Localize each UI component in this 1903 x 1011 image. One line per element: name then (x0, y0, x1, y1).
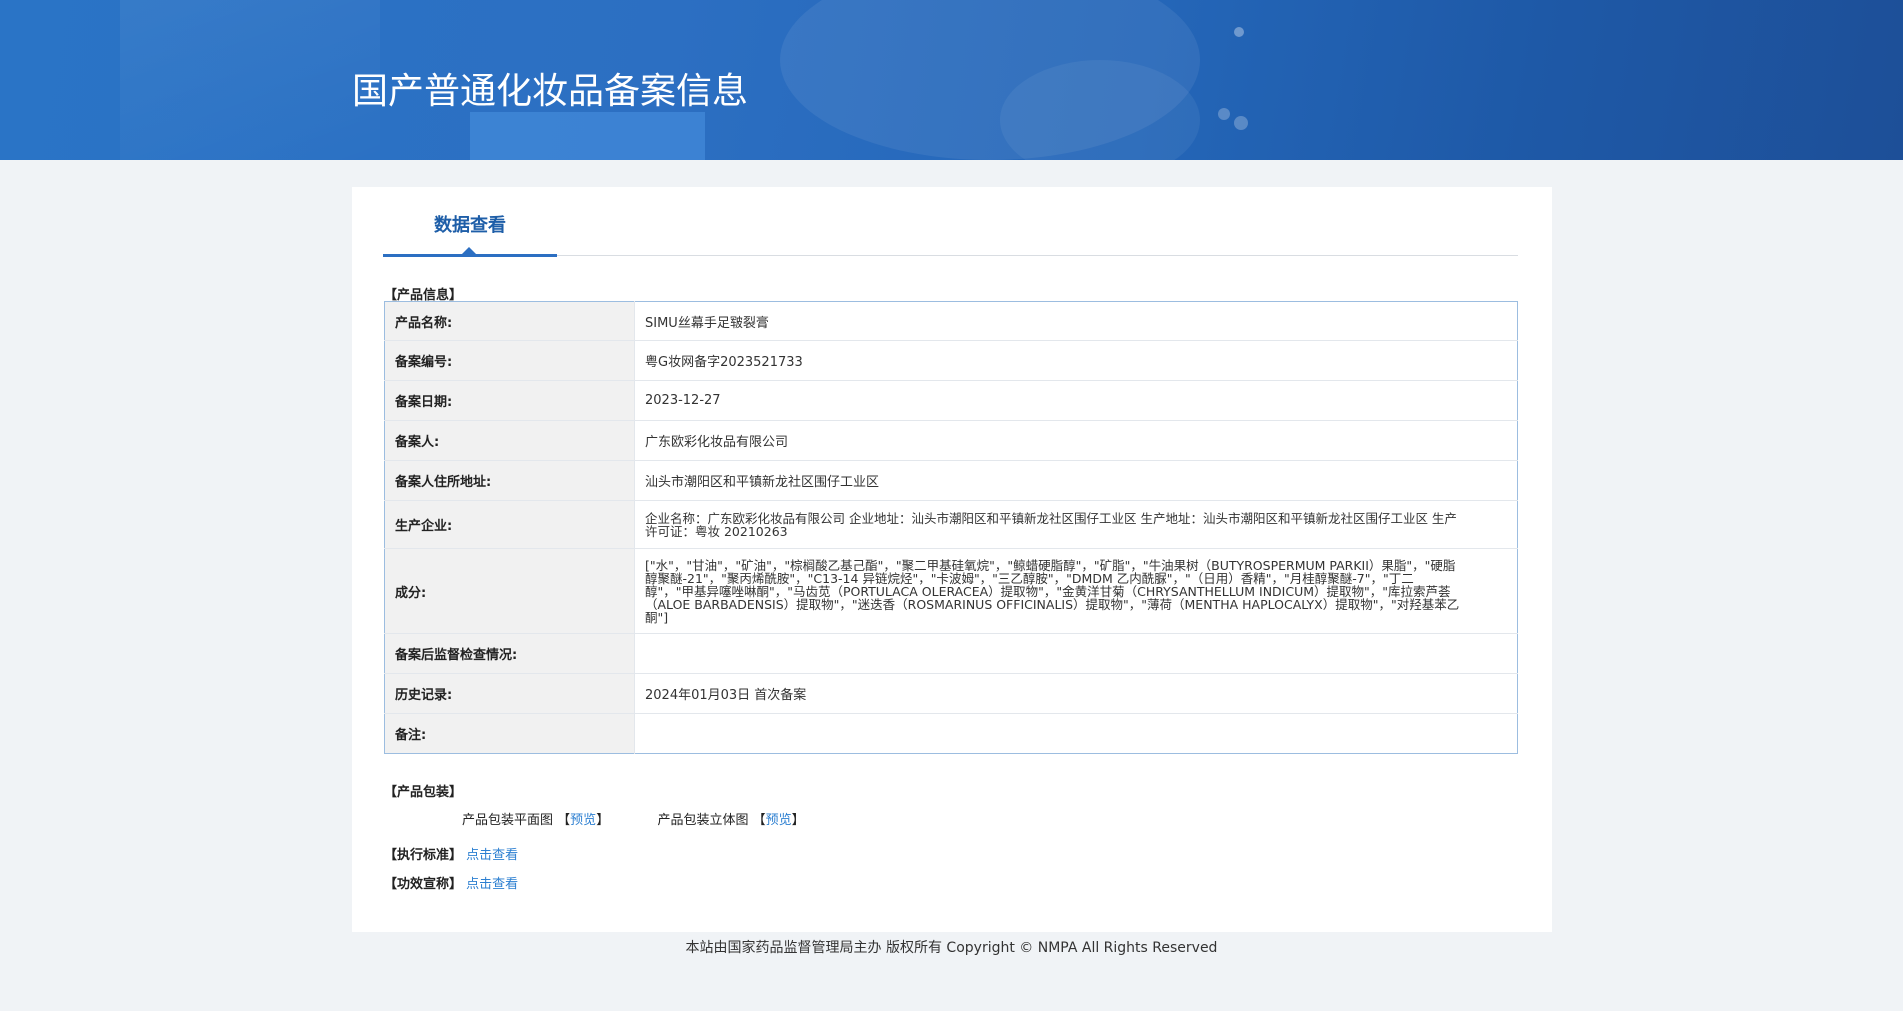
row-label: 备案人住所地址: (384, 460, 635, 501)
banner-decoration (1234, 27, 1244, 37)
row-label: 生产企业: (384, 500, 635, 549)
package-heading: 【产品包装】 (384, 785, 463, 800)
page-title: 国产普通化妆品备案信息 (352, 71, 749, 112)
efficacy-heading: 【功效宣称】 (384, 877, 463, 892)
standard-line: 【执行标准】 点击查看 (384, 844, 518, 863)
bracket-open: 【 (557, 813, 571, 828)
banner-decoration (1218, 108, 1230, 120)
package-links: 产品包装平面图 【预览】 产品包装立体图 【预览】 (462, 809, 805, 828)
row-value (634, 633, 1518, 674)
row-value: 广东欧彩化妆品有限公司 (634, 420, 1518, 461)
product-info-table: 产品名称: SIMU丝幕手足皲裂膏 备案编号: 粤G妆网备字2023521733… (384, 301, 1518, 754)
bracket-close: 】 (596, 813, 610, 828)
bracket-open: 【 (752, 813, 766, 828)
bracket-close: 】 (791, 813, 805, 828)
banner-decoration (470, 112, 705, 160)
row-value: SIMU丝幕手足皲裂膏 (634, 301, 1518, 341)
row-label: 备案日期: (384, 380, 635, 421)
row-label: 备案后监督检查情况: (384, 633, 635, 674)
row-value: 汕头市潮阳区和平镇新龙社区围仔工业区 (634, 460, 1518, 501)
footer-copyright: 本站由国家药品监督管理局主办 版权所有 Copyright © NMPA All… (685, 940, 1218, 956)
tab-caret-icon (462, 247, 476, 254)
row-label: 备案编号: (384, 340, 635, 381)
package-solid-preview-link[interactable]: 预览 (766, 813, 792, 828)
table-row: 备案人: 广东欧彩化妆品有限公司 (384, 420, 1518, 461)
row-value: 粤G妆网备字2023521733 (634, 340, 1518, 381)
banner-decoration (1234, 116, 1248, 130)
row-value: 企业名称：广东欧彩化妆品有限公司 企业地址：汕头市潮阳区和平镇新龙社区围仔工业区… (634, 500, 1518, 549)
efficacy-line: 【功效宣称】 点击查看 (384, 873, 518, 892)
header-banner: 国产普通化妆品备案信息 (0, 0, 1903, 160)
table-row: 成分: ["水"，"甘油"，"矿油"，"棕榈酸乙基己酯"，"聚二甲基硅氧烷"，"… (384, 548, 1518, 634)
package-flat-preview-link[interactable]: 预览 (570, 813, 596, 828)
table-row: 备案后监督检查情况: (384, 633, 1518, 674)
content-panel: 数据查看 【产品信息】 产品名称: SIMU丝幕手足皲裂膏 备案编号: 粤G妆网… (352, 187, 1552, 932)
table-row: 备案编号: 粤G妆网备字2023521733 (384, 340, 1518, 381)
row-value: ["水"，"甘油"，"矿油"，"棕榈酸乙基己酯"，"聚二甲基硅氧烷"，"鲸蜡硬脂… (634, 548, 1518, 634)
banner-decoration (120, 0, 380, 160)
standard-heading: 【执行标准】 (384, 848, 463, 863)
table-row: 生产企业: 企业名称：广东欧彩化妆品有限公司 企业地址：汕头市潮阳区和平镇新龙社… (384, 500, 1518, 549)
efficacy-view-link[interactable]: 点击查看 (466, 877, 518, 892)
table-row: 历史记录: 2024年01月03日 首次备案 (384, 673, 1518, 714)
standard-view-link[interactable]: 点击查看 (466, 848, 518, 863)
row-value: 2023-12-27 (634, 380, 1518, 421)
row-label: 产品名称: (384, 301, 635, 341)
row-label: 备注: (384, 713, 635, 754)
package-solid-label: 产品包装立体图 (657, 813, 749, 828)
tab-active-indicator (383, 254, 557, 257)
row-value (635, 714, 1518, 754)
row-label: 成分: (384, 548, 635, 634)
row-label: 备案人: (384, 420, 635, 461)
table-row: 产品名称: SIMU丝幕手足皲裂膏 (384, 301, 1518, 341)
table-row: 备案日期: 2023-12-27 (384, 380, 1518, 421)
table-row: 备案人住所地址: 汕头市潮阳区和平镇新龙社区围仔工业区 (384, 460, 1518, 501)
row-value: 2024年01月03日 首次备案 (634, 673, 1518, 714)
table-row: 备注: (384, 713, 1518, 754)
row-label: 历史记录: (384, 673, 635, 714)
package-flat-label: 产品包装平面图 (462, 813, 554, 828)
